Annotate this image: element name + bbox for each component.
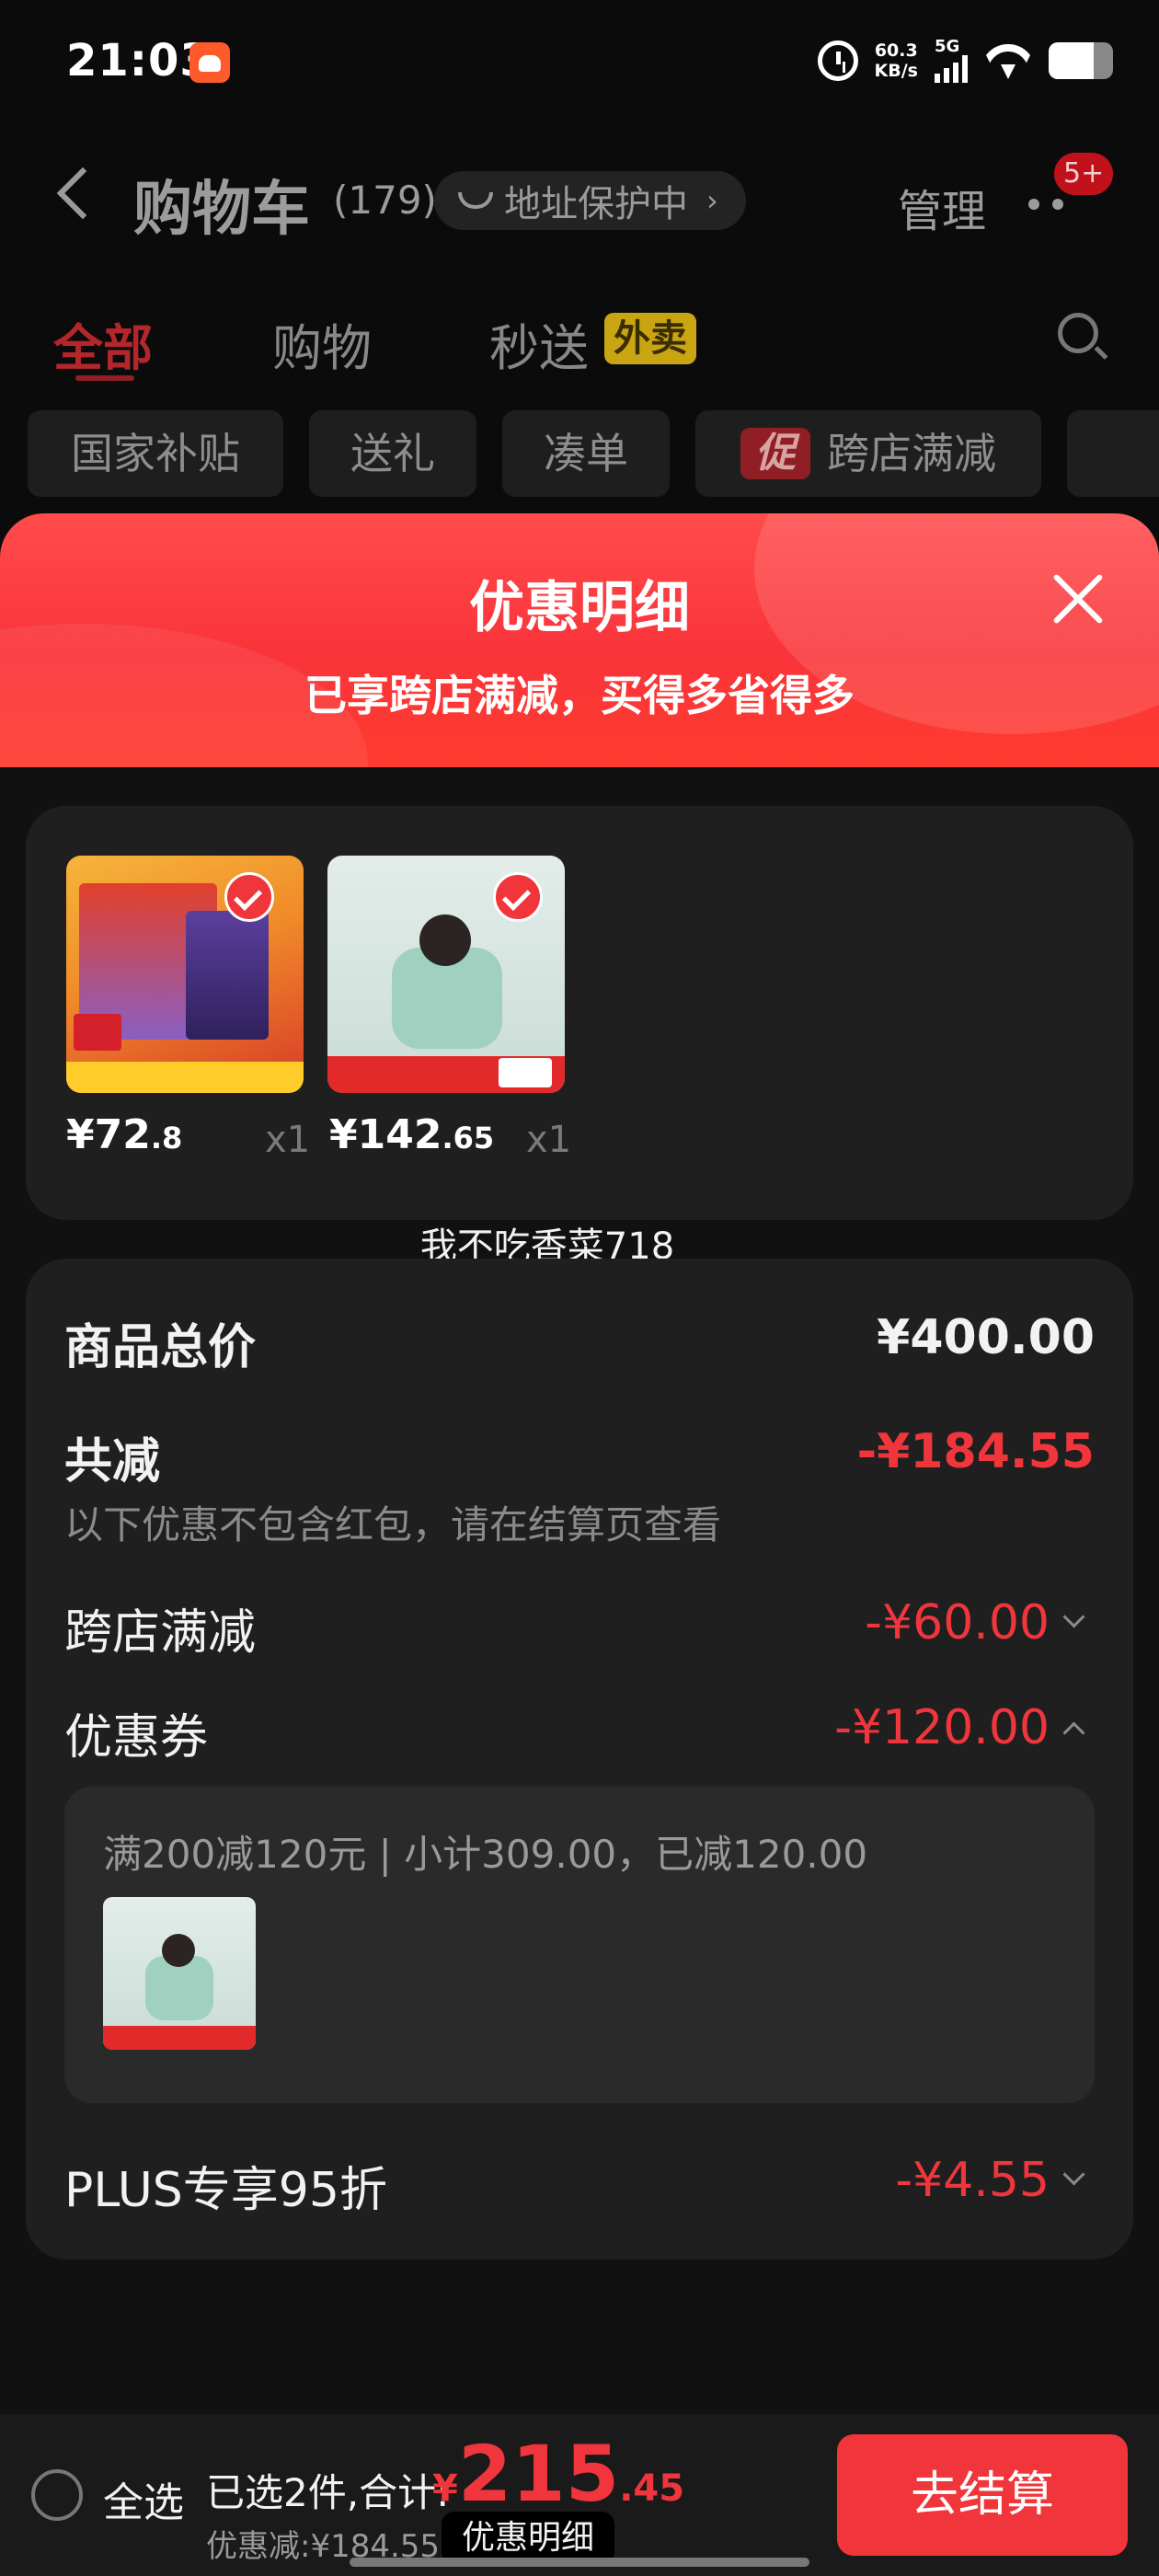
- total-price-label: 商品总价: [64, 1320, 257, 1375]
- status-icons: 60.3 KB/s 5G: [817, 33, 1113, 88]
- address-protect-button[interactable]: 地址保护中 ›: [434, 171, 746, 230]
- address-protect-label: 地址保护中: [504, 183, 688, 225]
- plus-discount-row[interactable]: -¥4.55: [895, 2153, 1085, 2208]
- home-indicator[interactable]: [350, 2558, 809, 2567]
- chip-bundle[interactable]: 凑单: [502, 410, 670, 497]
- product-qty: x1: [526, 1119, 572, 1161]
- chevron-right-icon: ›: [706, 183, 718, 218]
- product-qty: x1: [265, 1119, 311, 1161]
- selected-count: 已选2件,合计:: [206, 2470, 450, 2515]
- checkout-button[interactable]: 去结算: [837, 2434, 1128, 2556]
- chip-cross-store[interactable]: 促跨店满减: [695, 410, 1041, 497]
- select-all-radio[interactable]: [31, 2469, 83, 2521]
- cart-count: (179): [333, 178, 437, 223]
- tab-all[interactable]: 全部: [53, 307, 153, 380]
- cell-signal-icon: 5G: [935, 39, 968, 83]
- product-image-books[interactable]: [66, 856, 304, 1093]
- battery-fill: [1049, 42, 1094, 79]
- cross-store-label: 跨店满减: [64, 1605, 257, 1661]
- product-price: ¥72.8: [66, 1111, 183, 1158]
- coupon-detail-text: 满200减120元 | 小计309.00，已减120.00: [103, 1832, 868, 1877]
- coupon-product-image[interactable]: [103, 1897, 256, 2050]
- checkmark-icon: [224, 872, 274, 922]
- chip-overflow[interactable]: [1067, 410, 1159, 497]
- total-reduce-label: 共减: [64, 1434, 161, 1489]
- net-speed: 60.3 KB/s: [874, 40, 918, 81]
- sheet-subtitle: 已享跨店满减，买得多省得多: [304, 671, 855, 720]
- back-icon[interactable]: [56, 167, 109, 220]
- promo-tag: 促: [740, 427, 810, 479]
- total-amount: ¥215.45: [432, 2429, 685, 2519]
- tab-shopping[interactable]: 购物: [272, 307, 372, 380]
- page-title: 购物车: [133, 176, 310, 244]
- chevron-down-icon: [1062, 2162, 1085, 2186]
- cross-store-value: -¥60.00: [865, 1595, 1050, 1650]
- smile-icon: [458, 192, 493, 209]
- plus-discount-value: -¥4.55: [895, 2153, 1050, 2208]
- coupon-value: -¥120.00: [834, 1700, 1050, 1755]
- chip-national-subsidy[interactable]: 国家补贴: [28, 410, 283, 497]
- notification-badge: 5+: [1054, 153, 1114, 195]
- cross-store-row[interactable]: -¥60.00: [865, 1595, 1085, 1650]
- product-price: ¥142.65: [329, 1111, 495, 1158]
- wifi-icon: [984, 42, 1032, 79]
- total-price-value: ¥400.00: [877, 1310, 1095, 1365]
- checkmark-icon: [493, 872, 543, 922]
- chevron-up-icon: [1062, 1720, 1085, 1744]
- coupon-label: 优惠券: [64, 1710, 209, 1765]
- summary-card: 商品总价 ¥400.00 共减 -¥184.55 以下优惠不包含红包，请在结算页…: [26, 1259, 1133, 2260]
- manage-button[interactable]: 管理: [898, 175, 986, 239]
- sheet-title: 优惠明细: [469, 576, 690, 640]
- tab-active-indicator: [75, 375, 134, 381]
- coupon-row[interactable]: -¥120.00: [834, 1700, 1085, 1755]
- chip-cross-store-label: 跨店满减: [827, 429, 996, 478]
- product-image-pillow[interactable]: [327, 856, 565, 1093]
- total-reduce-value: -¥184.55: [856, 1424, 1095, 1479]
- coupon-detail-box: 满200减120元 | 小计309.00，已减120.00: [64, 1787, 1095, 2103]
- tab-flash-delivery[interactable]: 秒送: [489, 307, 589, 380]
- alarm-icon: [817, 40, 858, 81]
- app-notification-icon: [189, 42, 230, 83]
- product-card: ¥72.8 x1 ¥142.65 x1: [26, 806, 1133, 1220]
- plus-discount-label: PLUS专享95折: [64, 2163, 387, 2218]
- status-bar: 21:03 60.3 KB/s 5G: [0, 0, 1159, 120]
- search-icon[interactable]: [1058, 313, 1098, 353]
- select-all-label[interactable]: 全选: [103, 2469, 184, 2528]
- chevron-down-icon: [1062, 1604, 1085, 1628]
- waimai-badge: 外卖: [604, 313, 696, 364]
- discount-note: 以下优惠不包含红包，请在结算页查看: [64, 1502, 722, 1547]
- battery-icon: [1049, 42, 1113, 79]
- chip-gift[interactable]: 送礼: [309, 410, 476, 497]
- close-icon[interactable]: [1049, 570, 1107, 629]
